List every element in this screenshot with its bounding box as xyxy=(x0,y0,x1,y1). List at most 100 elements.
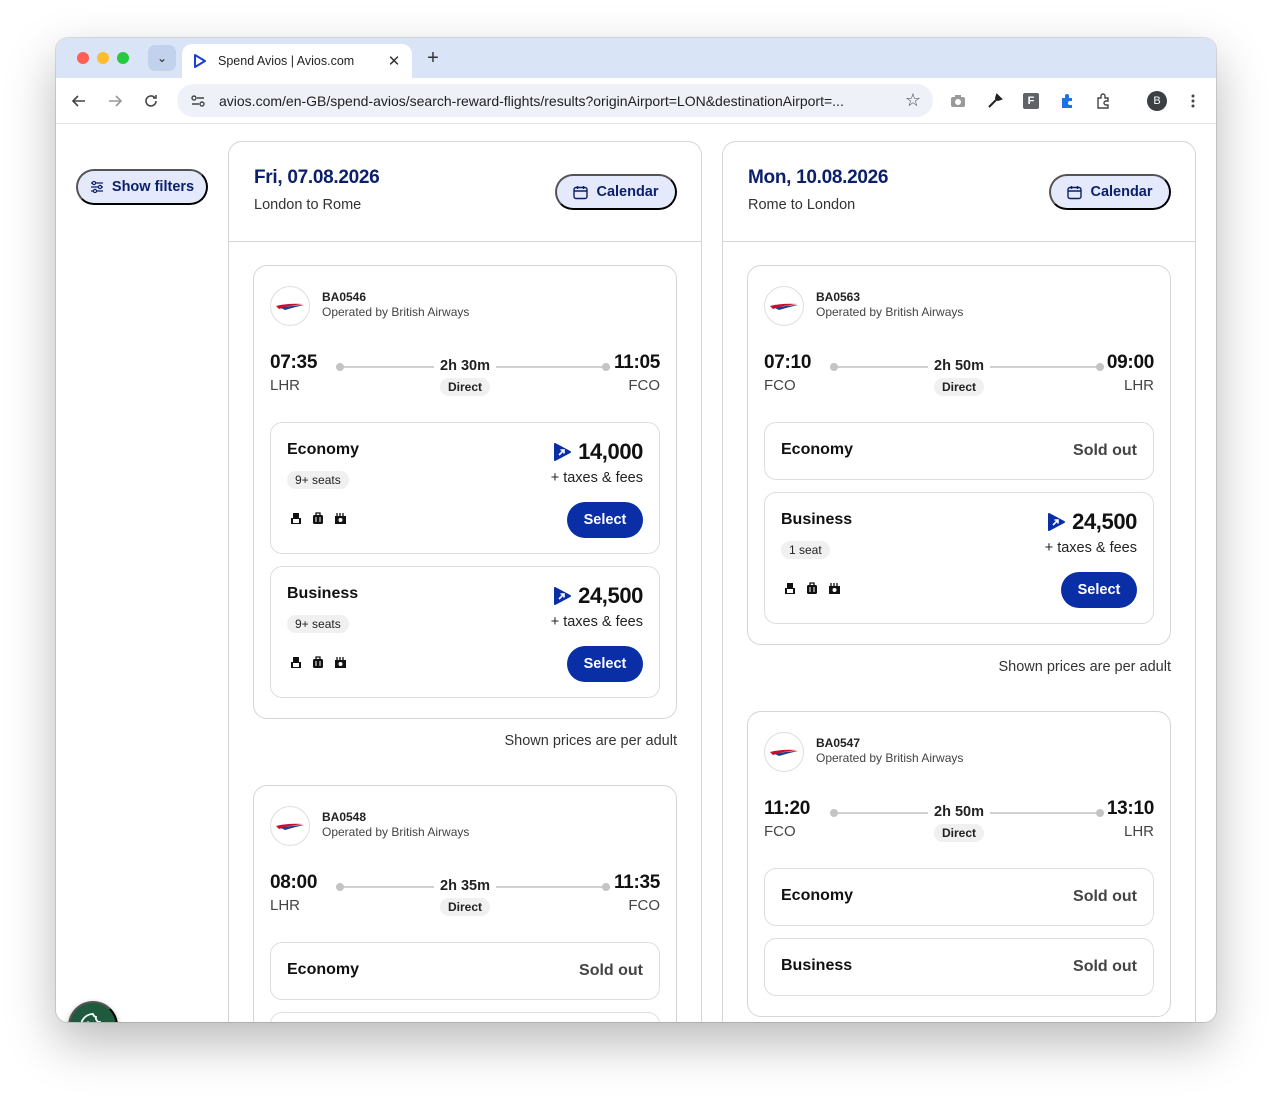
select-economy-button[interactable]: Select xyxy=(567,502,643,538)
cabin-name: Business xyxy=(781,511,853,528)
avios-points-icon xyxy=(554,587,572,605)
inbound-column: Mon, 10.08.2026 Rome to London Calendar … xyxy=(722,141,1196,1022)
tab-spend-avios[interactable]: Spend Avios | Avios.com ✕ xyxy=(182,44,412,78)
outbound-column: Fri, 07.08.2026 London to Rome Calendar … xyxy=(228,141,702,1022)
baggage-icon xyxy=(805,581,819,595)
reload-button[interactable] xyxy=(139,89,163,113)
flight-number: BA0548 xyxy=(322,810,367,824)
meal-icon xyxy=(827,581,841,595)
flight-card-ba0546: BA0546 Operated by British Airways 07:35… xyxy=(253,265,677,719)
sold-out-label: Sold out xyxy=(1073,442,1137,459)
meal-icon xyxy=(333,511,347,525)
operator-text: Operated by British Airways xyxy=(816,305,964,319)
cabin-economy: Economy Sold out xyxy=(764,422,1154,480)
stops-badge: Direct xyxy=(933,824,985,842)
taxes-note: + taxes & fees xyxy=(550,614,643,630)
close-tab-icon[interactable]: ✕ xyxy=(386,52,402,70)
site-settings-icon[interactable] xyxy=(189,92,207,110)
flight-number: BA0563 xyxy=(816,290,861,304)
back-button[interactable] xyxy=(67,89,91,113)
arrival-time: 11:35 xyxy=(613,872,660,893)
inbound-calendar-button[interactable]: Calendar xyxy=(1049,174,1171,210)
cookie-settings-button[interactable] xyxy=(68,1001,118,1022)
avios-favicon xyxy=(194,54,206,68)
baggage-icon xyxy=(311,655,325,669)
amenity-icons xyxy=(289,655,347,669)
tab-strip: ⌄ Spend Avios | Avios.com ✕ + xyxy=(56,38,1216,78)
more-menu-icon[interactable] xyxy=(1182,90,1204,112)
extensions-menu-icon[interactable] xyxy=(1092,90,1114,112)
cabin-business: Business Sold out xyxy=(764,938,1154,996)
flight-card-ba0547: BA0547 Operated by British Airways 11:20… xyxy=(747,711,1171,1017)
forward-arrow-icon xyxy=(109,95,123,107)
avios-points-icon xyxy=(1048,513,1066,531)
departure-airport: LHR xyxy=(270,377,301,394)
outbound-date: Fri, 07.08.2026 xyxy=(254,167,380,188)
close-window-button[interactable] xyxy=(77,52,89,64)
stops-badge: Direct xyxy=(439,898,491,916)
arrival-airport: FCO xyxy=(628,897,660,914)
sold-out-label: Sold out xyxy=(1073,958,1137,975)
flight-card-ba0563: BA0563 Operated by British Airways 07:10… xyxy=(747,265,1171,645)
chevron-down-icon: ⌄ xyxy=(156,51,168,65)
minimize-window-button[interactable] xyxy=(97,52,109,64)
departure-airport: FCO xyxy=(764,823,796,840)
taxes-note: + taxes & fees xyxy=(1044,540,1137,556)
sold-out-label: Sold out xyxy=(1073,888,1137,905)
cabin-business: Business 9+ seats 24,500 + taxes & fees … xyxy=(270,566,660,698)
seat-icon xyxy=(289,511,303,525)
cabin-name: Economy xyxy=(287,441,360,458)
ba-speedmarque-logo xyxy=(270,286,310,326)
extension-puzzle-icon[interactable] xyxy=(1056,90,1078,112)
meal-icon xyxy=(333,655,347,669)
operator-text: Operated by British Airways xyxy=(322,305,470,319)
cabin-economy: Economy 9+ seats 14,000 + taxes & fees S… xyxy=(270,422,660,554)
outbound-header: Fri, 07.08.2026 London to Rome Calendar xyxy=(229,142,701,242)
seats-badge: 9+ seats xyxy=(287,615,349,633)
cookie-icon xyxy=(80,1013,101,1022)
baggage-icon xyxy=(311,511,325,525)
arrival-airport: LHR xyxy=(1123,377,1154,394)
flight-duration: 2h 30m xyxy=(254,358,676,374)
calendar-icon xyxy=(573,185,589,199)
profile-avatar[interactable]: B xyxy=(1147,91,1167,111)
calendar-label: Calendar xyxy=(596,184,659,200)
browser-toolbar: avios.com/en-GB/spend-avios/search-rewar… xyxy=(56,78,1216,124)
outbound-calendar-button[interactable]: Calendar xyxy=(555,174,677,210)
select-business-button[interactable]: Select xyxy=(567,646,643,682)
cabin-name: Economy xyxy=(287,961,360,978)
cabin-name: Business xyxy=(781,957,853,974)
ba-speedmarque-logo xyxy=(764,732,804,772)
filter-sliders-icon xyxy=(90,181,103,193)
forward-button[interactable] xyxy=(103,89,127,113)
ba-speedmarque-logo xyxy=(764,286,804,326)
extension-f-icon[interactable]: F xyxy=(1020,90,1042,112)
stops-badge: Direct xyxy=(933,378,985,396)
calendar-icon xyxy=(1067,185,1083,199)
show-filters-button[interactable]: Show filters xyxy=(76,169,208,205)
calendar-label: Calendar xyxy=(1090,184,1153,200)
address-bar[interactable]: avios.com/en-GB/spend-avios/search-rewar… xyxy=(177,84,933,117)
eyedropper-icon[interactable] xyxy=(984,90,1006,112)
outbound-route: London to Rome xyxy=(254,197,362,213)
per-adult-note: Shown prices are per adult xyxy=(504,733,678,749)
cabin-business: Business 1 seat 24,500 + taxes & fees Se… xyxy=(764,492,1154,624)
bookmark-star-icon[interactable]: ☆ xyxy=(905,90,921,111)
amenity-icons xyxy=(783,581,841,595)
cabin-name: Economy xyxy=(781,441,854,458)
amenity-icons xyxy=(289,511,347,525)
ba-speedmarque-logo xyxy=(270,806,310,846)
camera-icon[interactable] xyxy=(947,90,969,112)
show-filters-label: Show filters xyxy=(111,179,195,195)
seat-icon xyxy=(783,581,797,595)
search-tabs-button[interactable]: ⌄ xyxy=(148,45,176,71)
arrival-time: 11:05 xyxy=(613,352,660,373)
maximize-window-button[interactable] xyxy=(117,52,129,64)
avios-price: 24,500 xyxy=(1046,509,1137,535)
avios-points-icon xyxy=(554,443,572,461)
flight-card-ba0548: BA0548 Operated by British Airways 08:00… xyxy=(253,785,677,1022)
new-tab-button[interactable]: + xyxy=(422,47,444,69)
operator-text: Operated by British Airways xyxy=(816,751,964,765)
select-business-button[interactable]: Select xyxy=(1061,572,1137,608)
url-text: avios.com/en-GB/spend-avios/search-rewar… xyxy=(219,92,844,109)
